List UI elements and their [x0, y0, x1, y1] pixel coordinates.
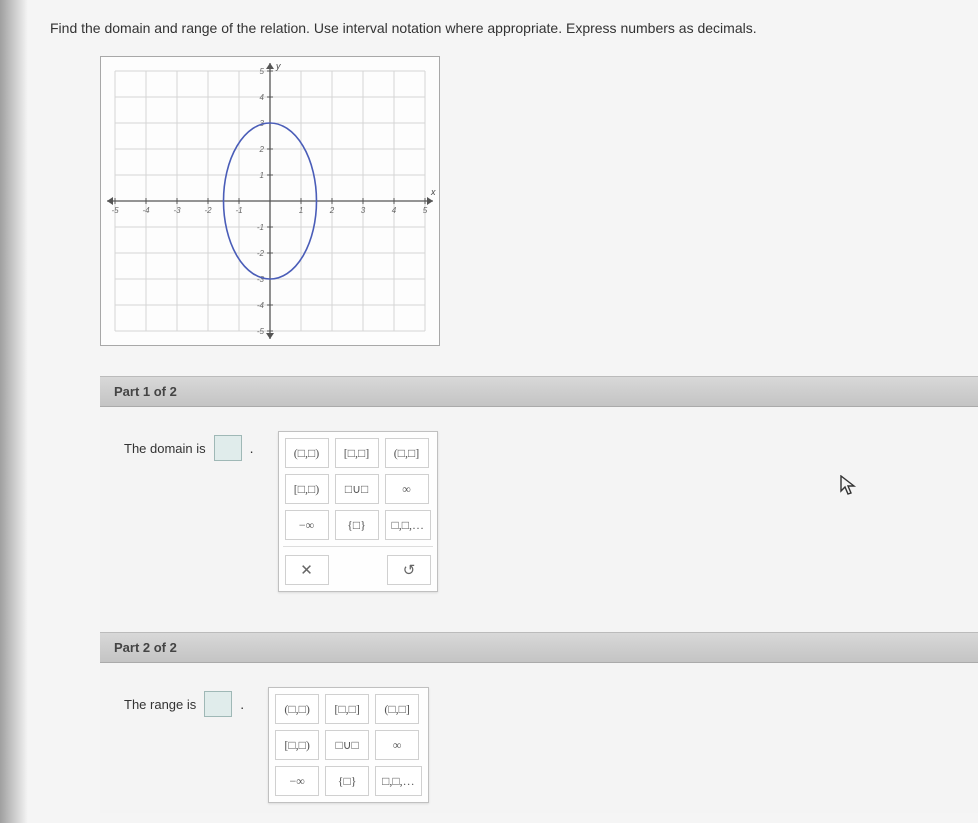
- svg-text:3: 3: [361, 206, 366, 215]
- svg-text:-2: -2: [257, 249, 265, 258]
- palette-undo-button[interactable]: ↺: [387, 555, 431, 585]
- svg-text:5: 5: [423, 206, 428, 215]
- svg-text:2: 2: [329, 206, 335, 215]
- palette-open-open[interactable]: (□,□): [275, 694, 319, 724]
- part-2-body: The range is . (□,□) [□,□] (□,□] [□,□) □…: [100, 663, 978, 813]
- palette-list[interactable]: □,□,…: [375, 766, 422, 796]
- svg-text:-1: -1: [257, 223, 264, 232]
- range-answer-line: The range is .: [124, 687, 244, 717]
- palette-set[interactable]: {□}: [335, 510, 379, 540]
- palette-set[interactable]: {□}: [325, 766, 369, 796]
- palette-clear-button[interactable]: ✕: [285, 555, 329, 585]
- symbol-palette-2: (□,□) [□,□] (□,□] [□,□) □∪□ ∞ −∞ {□} □,□…: [268, 687, 429, 803]
- question-text: Find the domain and range of the relatio…: [40, 20, 978, 36]
- svg-text:1: 1: [299, 206, 303, 215]
- palette-union[interactable]: □∪□: [335, 474, 379, 504]
- svg-text:5: 5: [260, 67, 265, 76]
- range-input[interactable]: [204, 691, 232, 717]
- palette-infinity[interactable]: ∞: [375, 730, 419, 760]
- svg-text:1: 1: [260, 171, 264, 180]
- palette-closed-closed[interactable]: [□,□]: [325, 694, 369, 724]
- svg-text:2: 2: [259, 145, 265, 154]
- part-2-header: Part 2 of 2: [100, 632, 978, 663]
- svg-text:-4: -4: [257, 301, 265, 310]
- svg-text:-1: -1: [235, 206, 242, 215]
- palette-list[interactable]: □,□,…: [385, 510, 432, 540]
- palette-infinity[interactable]: ∞: [385, 474, 429, 504]
- palette-open-open[interactable]: (□,□): [285, 438, 329, 468]
- svg-text:4: 4: [392, 206, 397, 215]
- palette-closed-open[interactable]: [□,□): [285, 474, 329, 504]
- domain-prompt: The domain is: [124, 441, 206, 456]
- svg-text:x: x: [430, 187, 436, 197]
- palette-neg-infinity[interactable]: −∞: [285, 510, 329, 540]
- palette-union[interactable]: □∪□: [325, 730, 369, 760]
- svg-text:4: 4: [260, 93, 265, 102]
- period: .: [250, 440, 254, 456]
- part-1-body: The domain is . (□,□) [□,□] (□,□] [□,□) …: [100, 407, 978, 632]
- svg-text:-5: -5: [257, 327, 265, 336]
- range-prompt: The range is: [124, 697, 196, 712]
- palette-closed-open[interactable]: [□,□): [275, 730, 319, 760]
- svg-text:-2: -2: [204, 206, 212, 215]
- part-1-header: Part 1 of 2: [100, 376, 978, 407]
- domain-input[interactable]: [214, 435, 242, 461]
- domain-answer-line: The domain is .: [124, 431, 254, 461]
- palette-closed-closed[interactable]: [□,□]: [335, 438, 379, 468]
- svg-text:-4: -4: [142, 206, 150, 215]
- svg-text:y: y: [275, 61, 281, 71]
- palette-open-closed[interactable]: (□,□]: [385, 438, 429, 468]
- period: .: [240, 696, 244, 712]
- symbol-palette-1: (□,□) [□,□] (□,□] [□,□) □∪□ ∞ −∞ {□} □,□…: [278, 431, 439, 592]
- svg-text:-5: -5: [111, 206, 119, 215]
- palette-open-closed[interactable]: (□,□]: [375, 694, 419, 724]
- palette-neg-infinity[interactable]: −∞: [275, 766, 319, 796]
- svg-text:-3: -3: [173, 206, 181, 215]
- relation-graph: -5-4-3-2-112345-5-4-3-2-112345xy: [100, 56, 440, 346]
